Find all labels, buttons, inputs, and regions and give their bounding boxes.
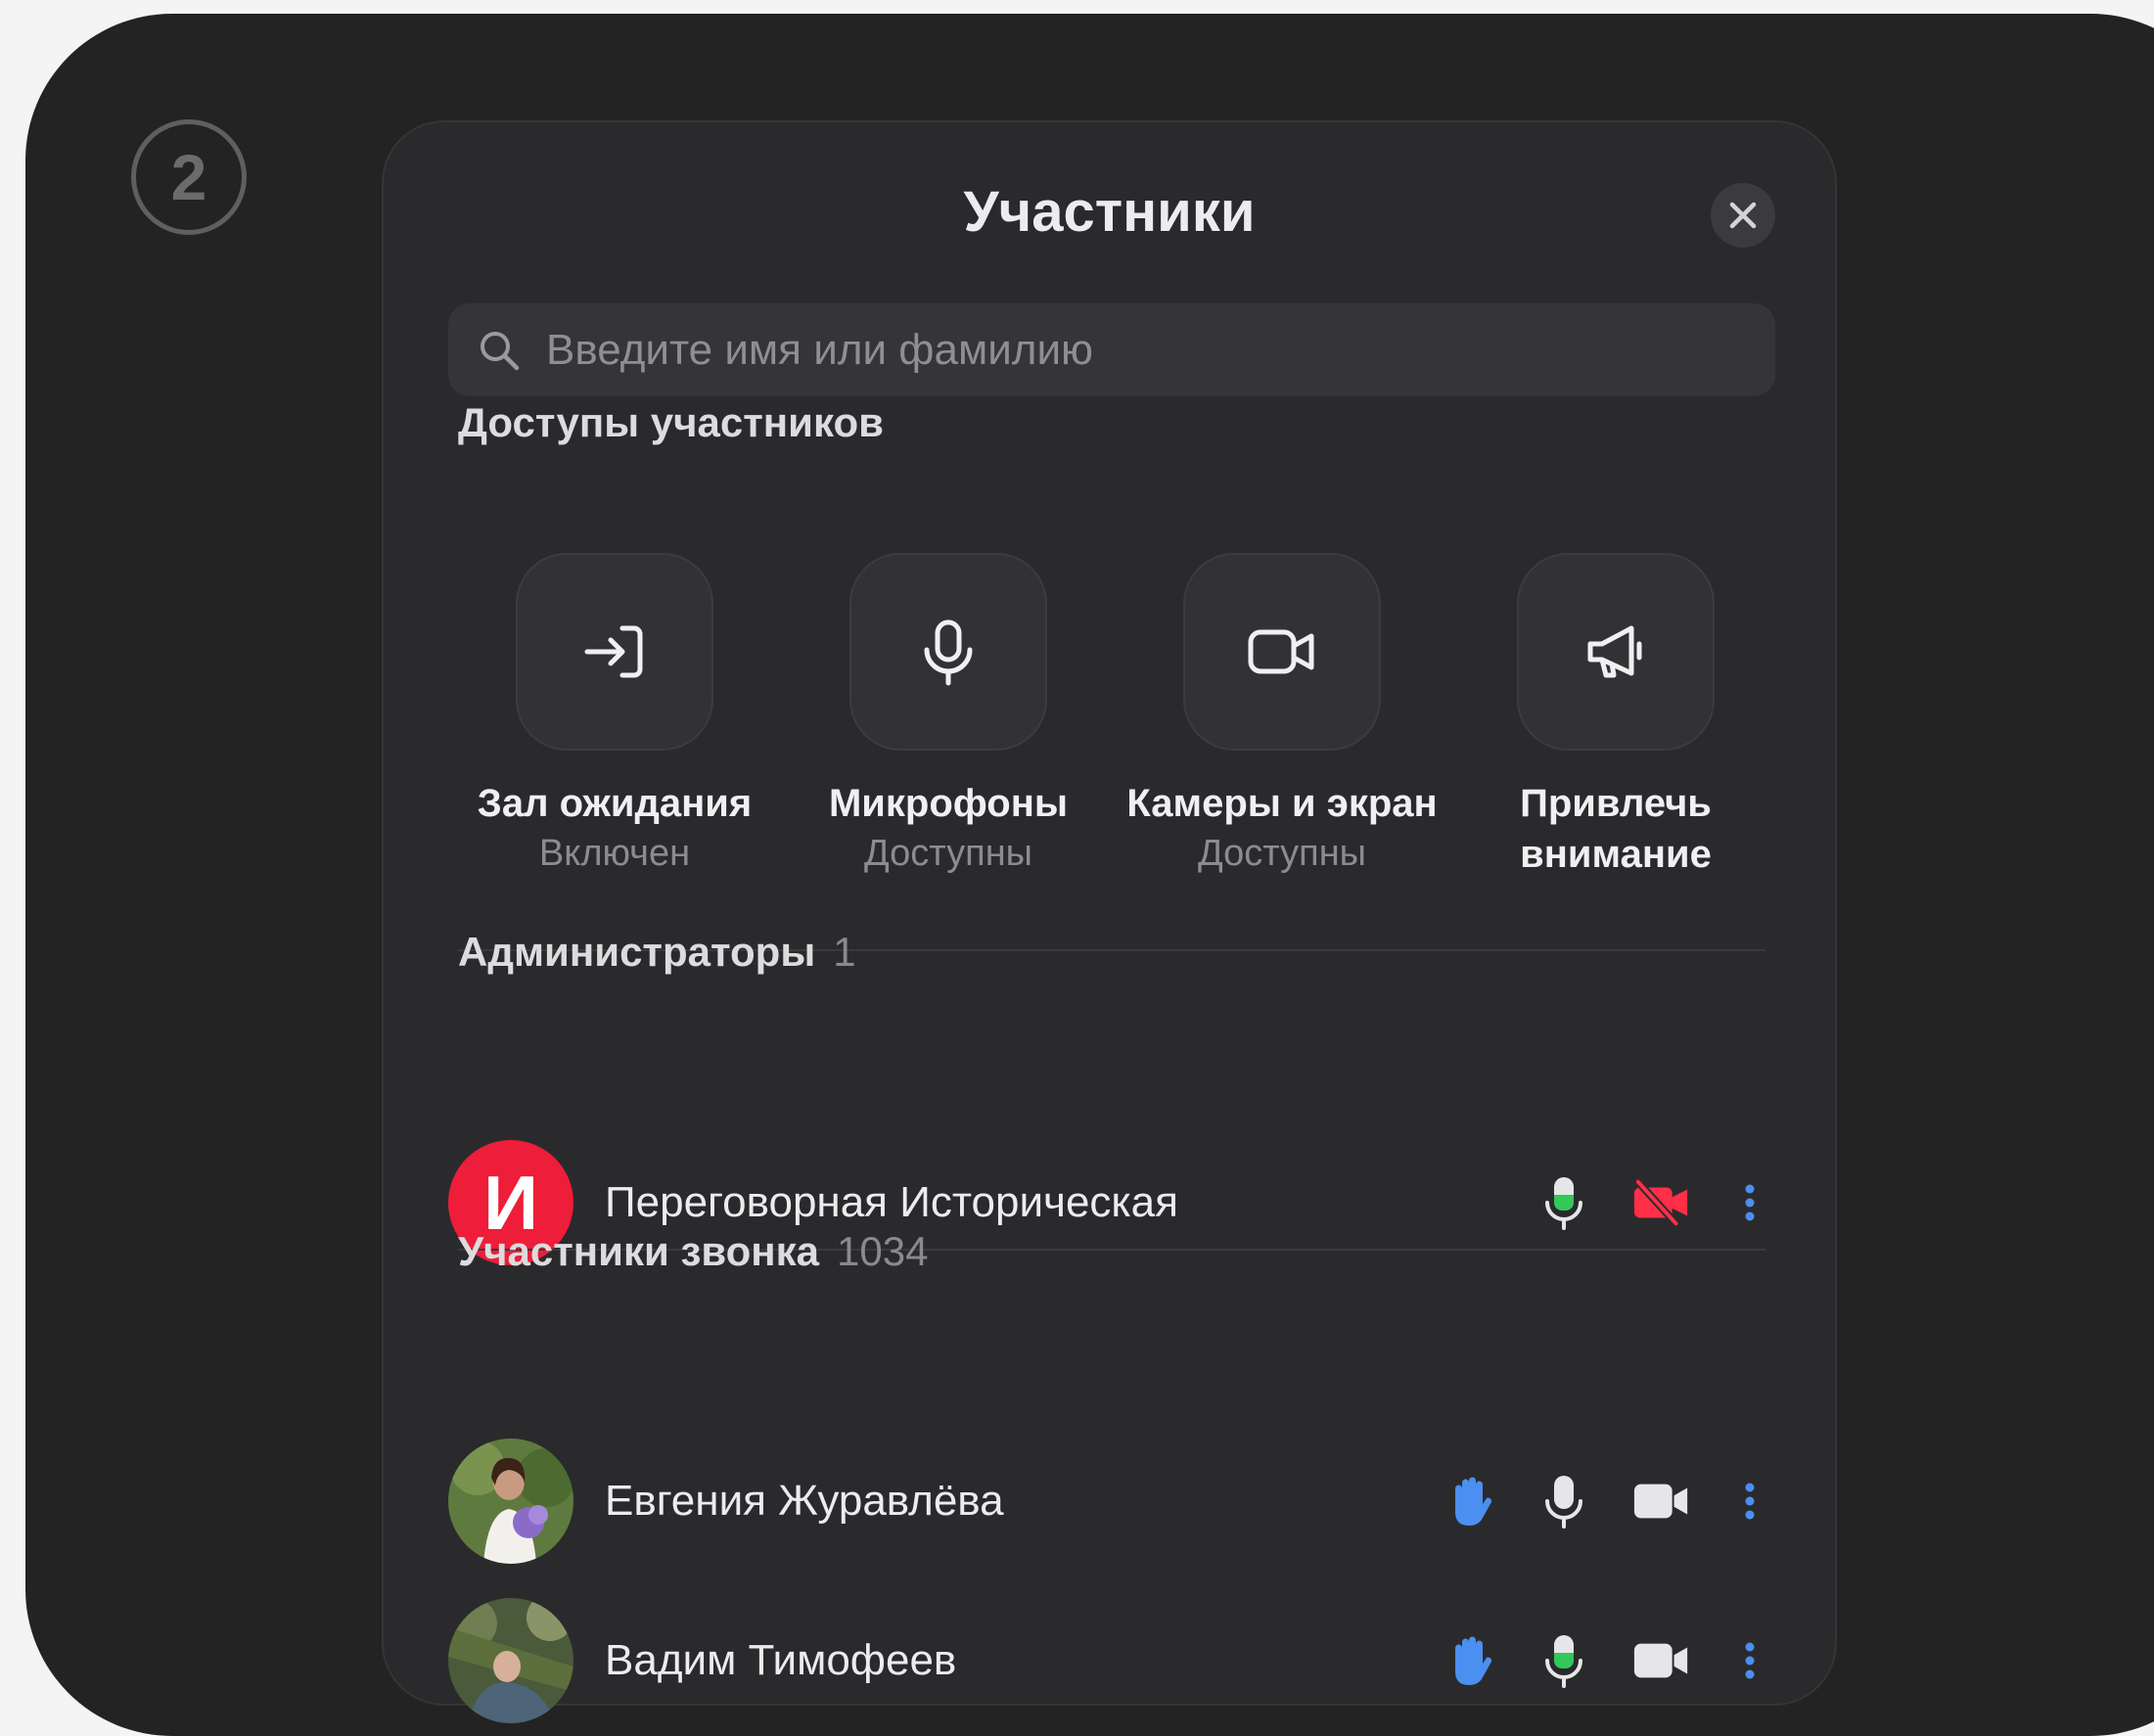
- enter-icon: [584, 625, 643, 678]
- close-button[interactable]: [1711, 183, 1775, 248]
- mic-toggle[interactable]: [1535, 1631, 1593, 1690]
- camera-toggle[interactable]: [1632, 1472, 1691, 1530]
- microphone-active-icon: [1545, 1177, 1582, 1230]
- microphone-icon: [1545, 1476, 1582, 1529]
- mic-toggle[interactable]: [1535, 1472, 1593, 1530]
- permission-attention[interactable]: Привлечь внимание: [1449, 553, 1782, 880]
- permission-label-line: внимание: [1520, 833, 1712, 876]
- participant-row[interactable]: Евгения Журавлёва: [448, 1439, 1779, 1564]
- member-actions: [1535, 1173, 1779, 1232]
- avatar: [448, 1598, 573, 1723]
- avatar-photo: [448, 1439, 573, 1564]
- step-number-badge: 2: [131, 119, 247, 235]
- camera-icon: [1248, 629, 1314, 674]
- raised-hand-icon: [1455, 1636, 1492, 1685]
- panel-title: Участники: [963, 180, 1256, 244]
- member-name: Евгения Журавлёва: [605, 1477, 1004, 1525]
- more-vertical-icon: [1745, 1184, 1755, 1221]
- participants-section-header: Участники звонка 1034: [458, 1228, 928, 1275]
- participants-count: 1034: [837, 1228, 929, 1274]
- megaphone-icon: [1587, 625, 1642, 678]
- permission-tile[interactable]: [516, 553, 713, 751]
- more-options-button[interactable]: [1720, 1631, 1779, 1690]
- permission-status: Включен: [538, 833, 691, 874]
- member-actions: [1441, 1631, 1779, 1690]
- permission-microphones[interactable]: Микрофоны Доступны: [782, 553, 1115, 878]
- avatar-photo: [448, 1598, 573, 1723]
- member-name: Вадим Тимофеев: [605, 1636, 957, 1684]
- microphone-icon: [924, 619, 973, 686]
- member-name: Переговорная Историческая: [605, 1178, 1178, 1226]
- camera-icon: [1633, 1643, 1688, 1678]
- member-actions: [1441, 1472, 1779, 1530]
- raised-hand-indicator[interactable]: [1441, 1472, 1499, 1530]
- admins-count: 1: [833, 929, 856, 975]
- mic-toggle[interactable]: [1535, 1173, 1593, 1232]
- more-options-button[interactable]: [1720, 1472, 1779, 1530]
- camera-icon: [1633, 1484, 1688, 1519]
- search-icon: [481, 331, 520, 370]
- permission-status: Доступны: [1197, 833, 1366, 874]
- avatar: [448, 1439, 573, 1564]
- permission-waiting-room[interactable]: Зал ожидания Включен: [448, 553, 781, 878]
- participants-panel: Участники Доступы участников Зал ожидани…: [382, 120, 1837, 1723]
- raised-hand-icon: [1455, 1477, 1492, 1526]
- more-vertical-icon: [1745, 1483, 1755, 1520]
- search-input[interactable]: [544, 324, 1775, 376]
- raised-hand-indicator[interactable]: [1441, 1631, 1499, 1690]
- permission-label: Зал ожидания: [477, 782, 753, 825]
- more-options-button[interactable]: [1720, 1173, 1779, 1232]
- permission-tile[interactable]: [849, 553, 1047, 751]
- permission-tile[interactable]: [1183, 553, 1381, 751]
- admins-section-header: Администраторы 1: [458, 929, 856, 976]
- permission-label: Привлечь внимание: [1449, 778, 1782, 880]
- more-vertical-icon: [1745, 1642, 1755, 1679]
- permission-status: Доступны: [863, 833, 1032, 874]
- microphone-active-icon: [1545, 1635, 1582, 1688]
- admins-title: Администраторы: [458, 929, 816, 975]
- participants-title: Участники звонка: [458, 1228, 820, 1274]
- camera-off-icon: [1633, 1179, 1688, 1226]
- close-icon: [1729, 202, 1757, 229]
- permission-label: Микрофоны: [828, 782, 1069, 825]
- camera-toggle[interactable]: [1632, 1631, 1691, 1690]
- permissions-section-title: Доступы участников: [458, 399, 884, 445]
- permission-tile[interactable]: [1517, 553, 1715, 751]
- search-field[interactable]: [448, 303, 1775, 396]
- permission-label: Камеры и экран: [1126, 782, 1438, 825]
- permission-cameras[interactable]: Камеры и экран Доступны: [1116, 553, 1448, 878]
- camera-toggle[interactable]: [1632, 1173, 1691, 1232]
- participant-row[interactable]: Вадим Тимофеев: [448, 1598, 1779, 1723]
- permission-label-line: Привлечь: [1520, 782, 1712, 825]
